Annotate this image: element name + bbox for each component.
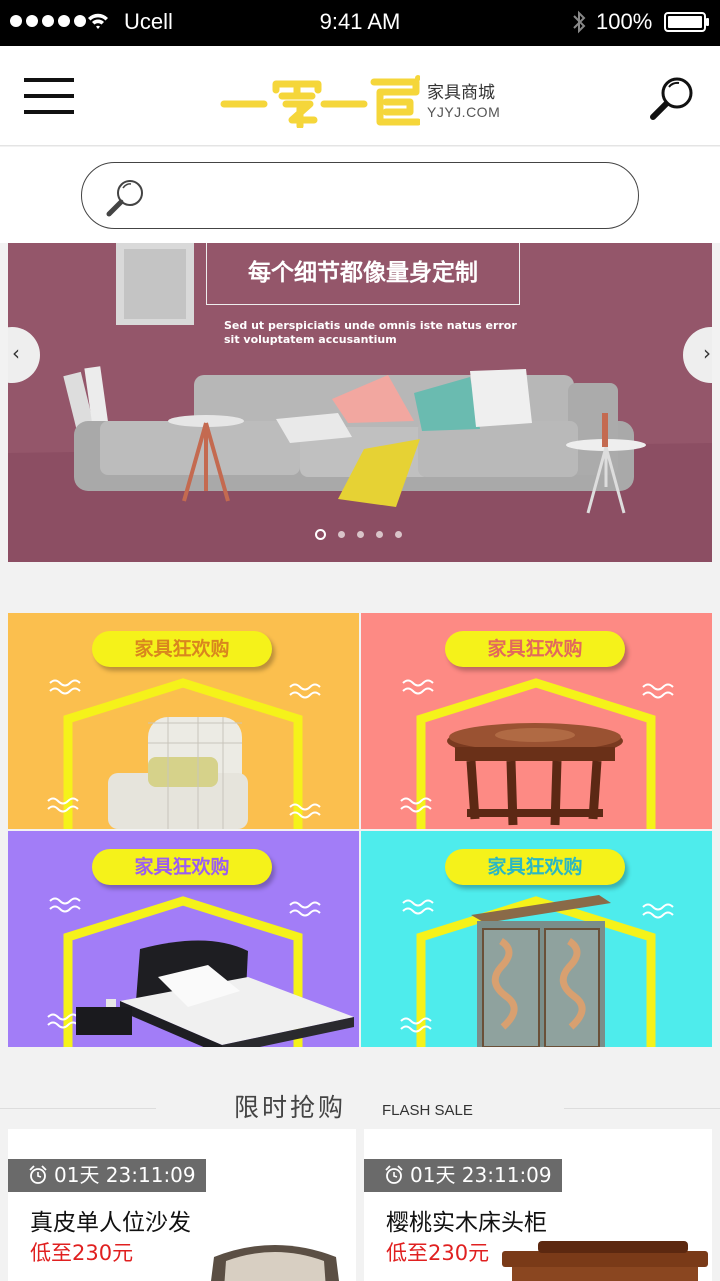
alarm-clock-icon	[385, 1165, 403, 1184]
hero-banner-carousel[interactable]: 每个细节都像量身定制 Sed ut perspiciatis unde omni…	[8, 243, 712, 562]
battery-percent: 100%	[596, 9, 653, 34]
promo-grid: 家具狂欢购 家具狂欢购 家具狂欢购 家具狂欢购	[8, 613, 712, 1047]
flash-sale-card[interactable]: 01天 23:11:09 樱桃实木床头柜 低至230元	[364, 1129, 712, 1281]
flash-sale-card[interactable]: 01天 23:11:09 真皮单人位沙发 低至230元	[8, 1129, 356, 1281]
status-bar: Ucell 9:41 AM 100%	[0, 0, 720, 46]
hamburger-menu-icon[interactable]	[24, 78, 74, 116]
carousel-dot[interactable]	[338, 531, 345, 538]
logo-text-cn: 家具商城	[427, 83, 495, 103]
chevron-right-icon: ›	[703, 341, 711, 365]
promo-tile-bed[interactable]: 家具狂欢购	[8, 831, 359, 1047]
promo-label: 家具狂欢购	[92, 631, 272, 667]
chevron-left-icon: ‹	[12, 341, 20, 365]
battery-icon	[664, 12, 709, 32]
flash-sale-header: 限时抢购 FLASH SALE	[0, 1086, 720, 1126]
promo-tile-armchair[interactable]: 家具狂欢购	[8, 613, 359, 829]
product-name: 真皮单人位沙发	[30, 1210, 191, 1236]
promo-label: 家具狂欢购	[445, 849, 625, 885]
countdown-text: 01天 23:11:09	[54, 1163, 196, 1187]
banner-title-frame: 每个细节都像量身定制	[206, 243, 520, 305]
product-price: 低至230元	[30, 1241, 134, 1265]
carousel-indicators	[315, 529, 402, 540]
logo[interactable]: 家具商城 YJYJ.COM	[220, 64, 510, 134]
product-name: 樱桃实木床头柜	[386, 1210, 547, 1236]
product-price: 低至230元	[386, 1241, 490, 1265]
banner-title: 每个细节都像量身定制	[248, 260, 478, 286]
promo-label: 家具狂欢购	[445, 631, 625, 667]
bluetooth-icon	[573, 10, 586, 34]
leather-sofa-image	[211, 1245, 339, 1281]
alarm-clock-icon	[29, 1165, 47, 1184]
flash-sale-title: 限时抢购	[234, 1093, 347, 1122]
search-field[interactable]	[81, 162, 639, 229]
nightstand-image	[502, 1241, 708, 1281]
app-header: 家具商城 YJYJ.COM	[0, 46, 720, 146]
divider	[564, 1108, 720, 1109]
logo-text-en: YJYJ.COM	[427, 104, 501, 120]
divider	[0, 1108, 156, 1109]
carousel-dot[interactable]	[376, 531, 383, 538]
flash-sale-subtitle: FLASH SALE	[382, 1102, 473, 1119]
promo-label: 家具狂欢购	[92, 849, 272, 885]
countdown-text: 01天 23:11:09	[410, 1163, 552, 1187]
carousel-dot[interactable]	[395, 531, 402, 538]
carousel-dot[interactable]	[315, 529, 326, 540]
carousel-dot[interactable]	[357, 531, 364, 538]
promo-tile-wardrobe[interactable]: 家具狂欢购	[361, 831, 712, 1047]
countdown-timer: 01天 23:11:09	[8, 1159, 206, 1192]
logo-mark	[220, 75, 420, 128]
promo-tile-round-table[interactable]: 家具狂欢购	[361, 613, 712, 829]
banner-subtitle: Sed ut perspiciatis unde omnis iste natu…	[224, 319, 517, 346]
magnifier-icon[interactable]	[648, 74, 696, 122]
search-bar-container	[0, 147, 720, 243]
search-input[interactable]	[162, 175, 612, 217]
countdown-timer: 01天 23:11:09	[364, 1159, 562, 1192]
search-icon	[106, 180, 143, 217]
